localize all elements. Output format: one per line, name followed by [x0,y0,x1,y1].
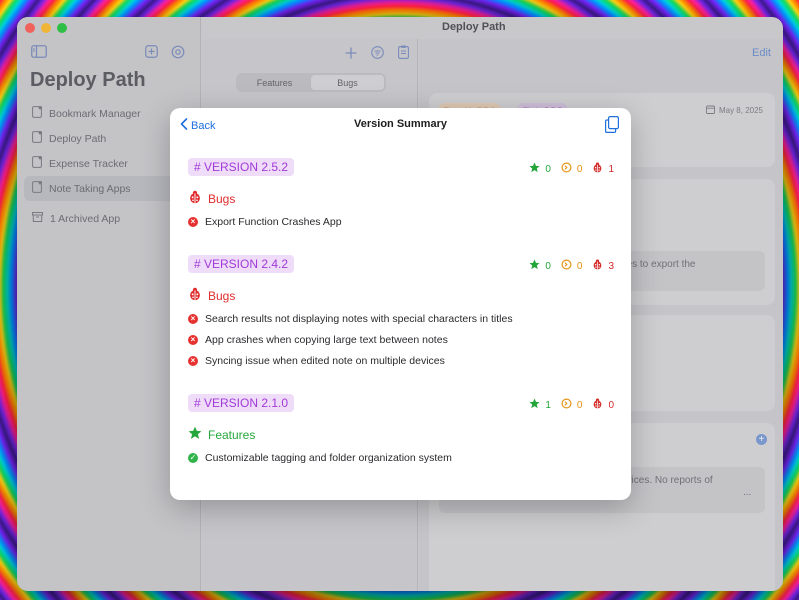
x-circle-icon: × [188,313,198,324]
feature-count: 0 [529,162,551,176]
x-circle-icon: × [188,334,198,345]
check-circle-icon: ✓ [188,452,198,463]
bug-item: × Export Function Crashes App [188,215,614,228]
version-label[interactable]: # VERSION 2.5.2 [188,158,295,176]
star-icon [529,259,540,273]
bugs-section-header: Bugs [188,287,614,304]
bug-count: 0 [592,398,614,412]
ladybug-icon [188,190,202,207]
bug-count: 3 [592,259,614,273]
star-icon [529,162,540,176]
bug-item: × Search results not displaying notes wit… [188,312,614,325]
in-progress-count: 0 [561,162,582,176]
feature-count: 1 [529,398,551,412]
version-block: # VERSION 2.1.0 1 0 0 Features ✓ Customiz… [188,394,614,464]
version-block: # VERSION 2.4.2 0 0 3 Bugs × Search resul… [188,255,614,367]
modal-title: Version Summary [354,118,447,130]
bugs-section-header: Bugs [188,190,614,207]
version-label[interactable]: # VERSION 2.1.0 [188,394,295,412]
version-summary-modal: Back Version Summary # VERSION 2.5.2 0 0… [170,108,631,500]
star-icon [188,426,202,443]
bug-item: × Syncing issue when edited note on multi… [188,354,614,367]
progress-icon [561,398,572,412]
star-icon [529,398,540,412]
modal-header: Back Version Summary [170,108,631,141]
version-counts: 0 0 1 [529,162,614,176]
ladybug-icon [188,287,202,304]
x-circle-icon: × [188,355,198,366]
features-section-header: Features [188,426,614,443]
ladybug-icon [592,162,603,176]
in-progress-count: 0 [561,259,582,273]
x-circle-icon: × [188,216,198,227]
copy-icon[interactable] [605,116,620,138]
version-counts: 0 0 3 [529,259,614,273]
version-counts: 1 0 0 [529,398,614,412]
version-block: # VERSION 2.5.2 0 0 1 Bugs × Export Funct… [188,158,614,228]
feature-count: 0 [529,259,551,273]
ladybug-icon [592,398,603,412]
bug-item: × App crashes when copying large text bet… [188,333,614,346]
progress-icon [561,259,572,273]
bug-count: 1 [592,162,614,176]
in-progress-count: 0 [561,398,582,412]
version-label[interactable]: # VERSION 2.4.2 [188,255,295,273]
progress-icon [561,162,572,176]
ladybug-icon [592,259,603,273]
feature-item: ✓ Customizable tagging and folder organiz… [188,451,452,464]
